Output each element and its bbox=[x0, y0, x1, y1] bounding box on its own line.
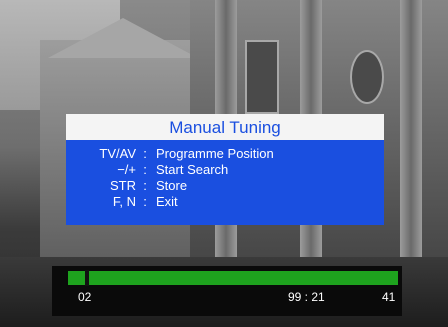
building-window bbox=[245, 40, 279, 114]
tuning-progress-track bbox=[68, 271, 398, 285]
menu-item-programme-position[interactable]: TV/AV : Programme Position bbox=[66, 146, 384, 162]
item-description: Store bbox=[156, 178, 188, 193]
key-label: TV/AV bbox=[99, 146, 136, 161]
menu-item-exit[interactable]: F, N : Exit bbox=[66, 194, 384, 210]
key-label: F, N bbox=[112, 194, 136, 209]
item-description: Exit bbox=[156, 194, 178, 209]
frequency-readout: 99 : 21 bbox=[288, 290, 325, 304]
tuning-status-bar: 02 99 : 21 41 bbox=[52, 266, 402, 316]
channel-number: 02 bbox=[78, 290, 92, 304]
tuning-position-marker bbox=[84, 270, 89, 286]
signal-value: 41 bbox=[382, 290, 396, 304]
key-label: STR bbox=[110, 178, 136, 193]
menu-item-start-search[interactable]: −/+ : Start Search bbox=[66, 162, 384, 178]
menu-item-store[interactable]: STR : Store bbox=[66, 178, 384, 194]
dialog-title: Manual Tuning bbox=[66, 114, 384, 140]
separator: : bbox=[143, 162, 147, 177]
manual-tuning-dialog: Manual Tuning TV/AV : Programme Position… bbox=[66, 114, 384, 225]
key-label: −/+ bbox=[117, 162, 136, 177]
item-description: Programme Position bbox=[156, 146, 274, 161]
separator: : bbox=[143, 178, 147, 193]
item-description: Start Search bbox=[156, 162, 229, 177]
building-pediment bbox=[48, 18, 198, 58]
separator: : bbox=[143, 194, 147, 209]
separator: : bbox=[143, 146, 147, 161]
column bbox=[400, 0, 422, 290]
building-window-round bbox=[350, 50, 384, 104]
